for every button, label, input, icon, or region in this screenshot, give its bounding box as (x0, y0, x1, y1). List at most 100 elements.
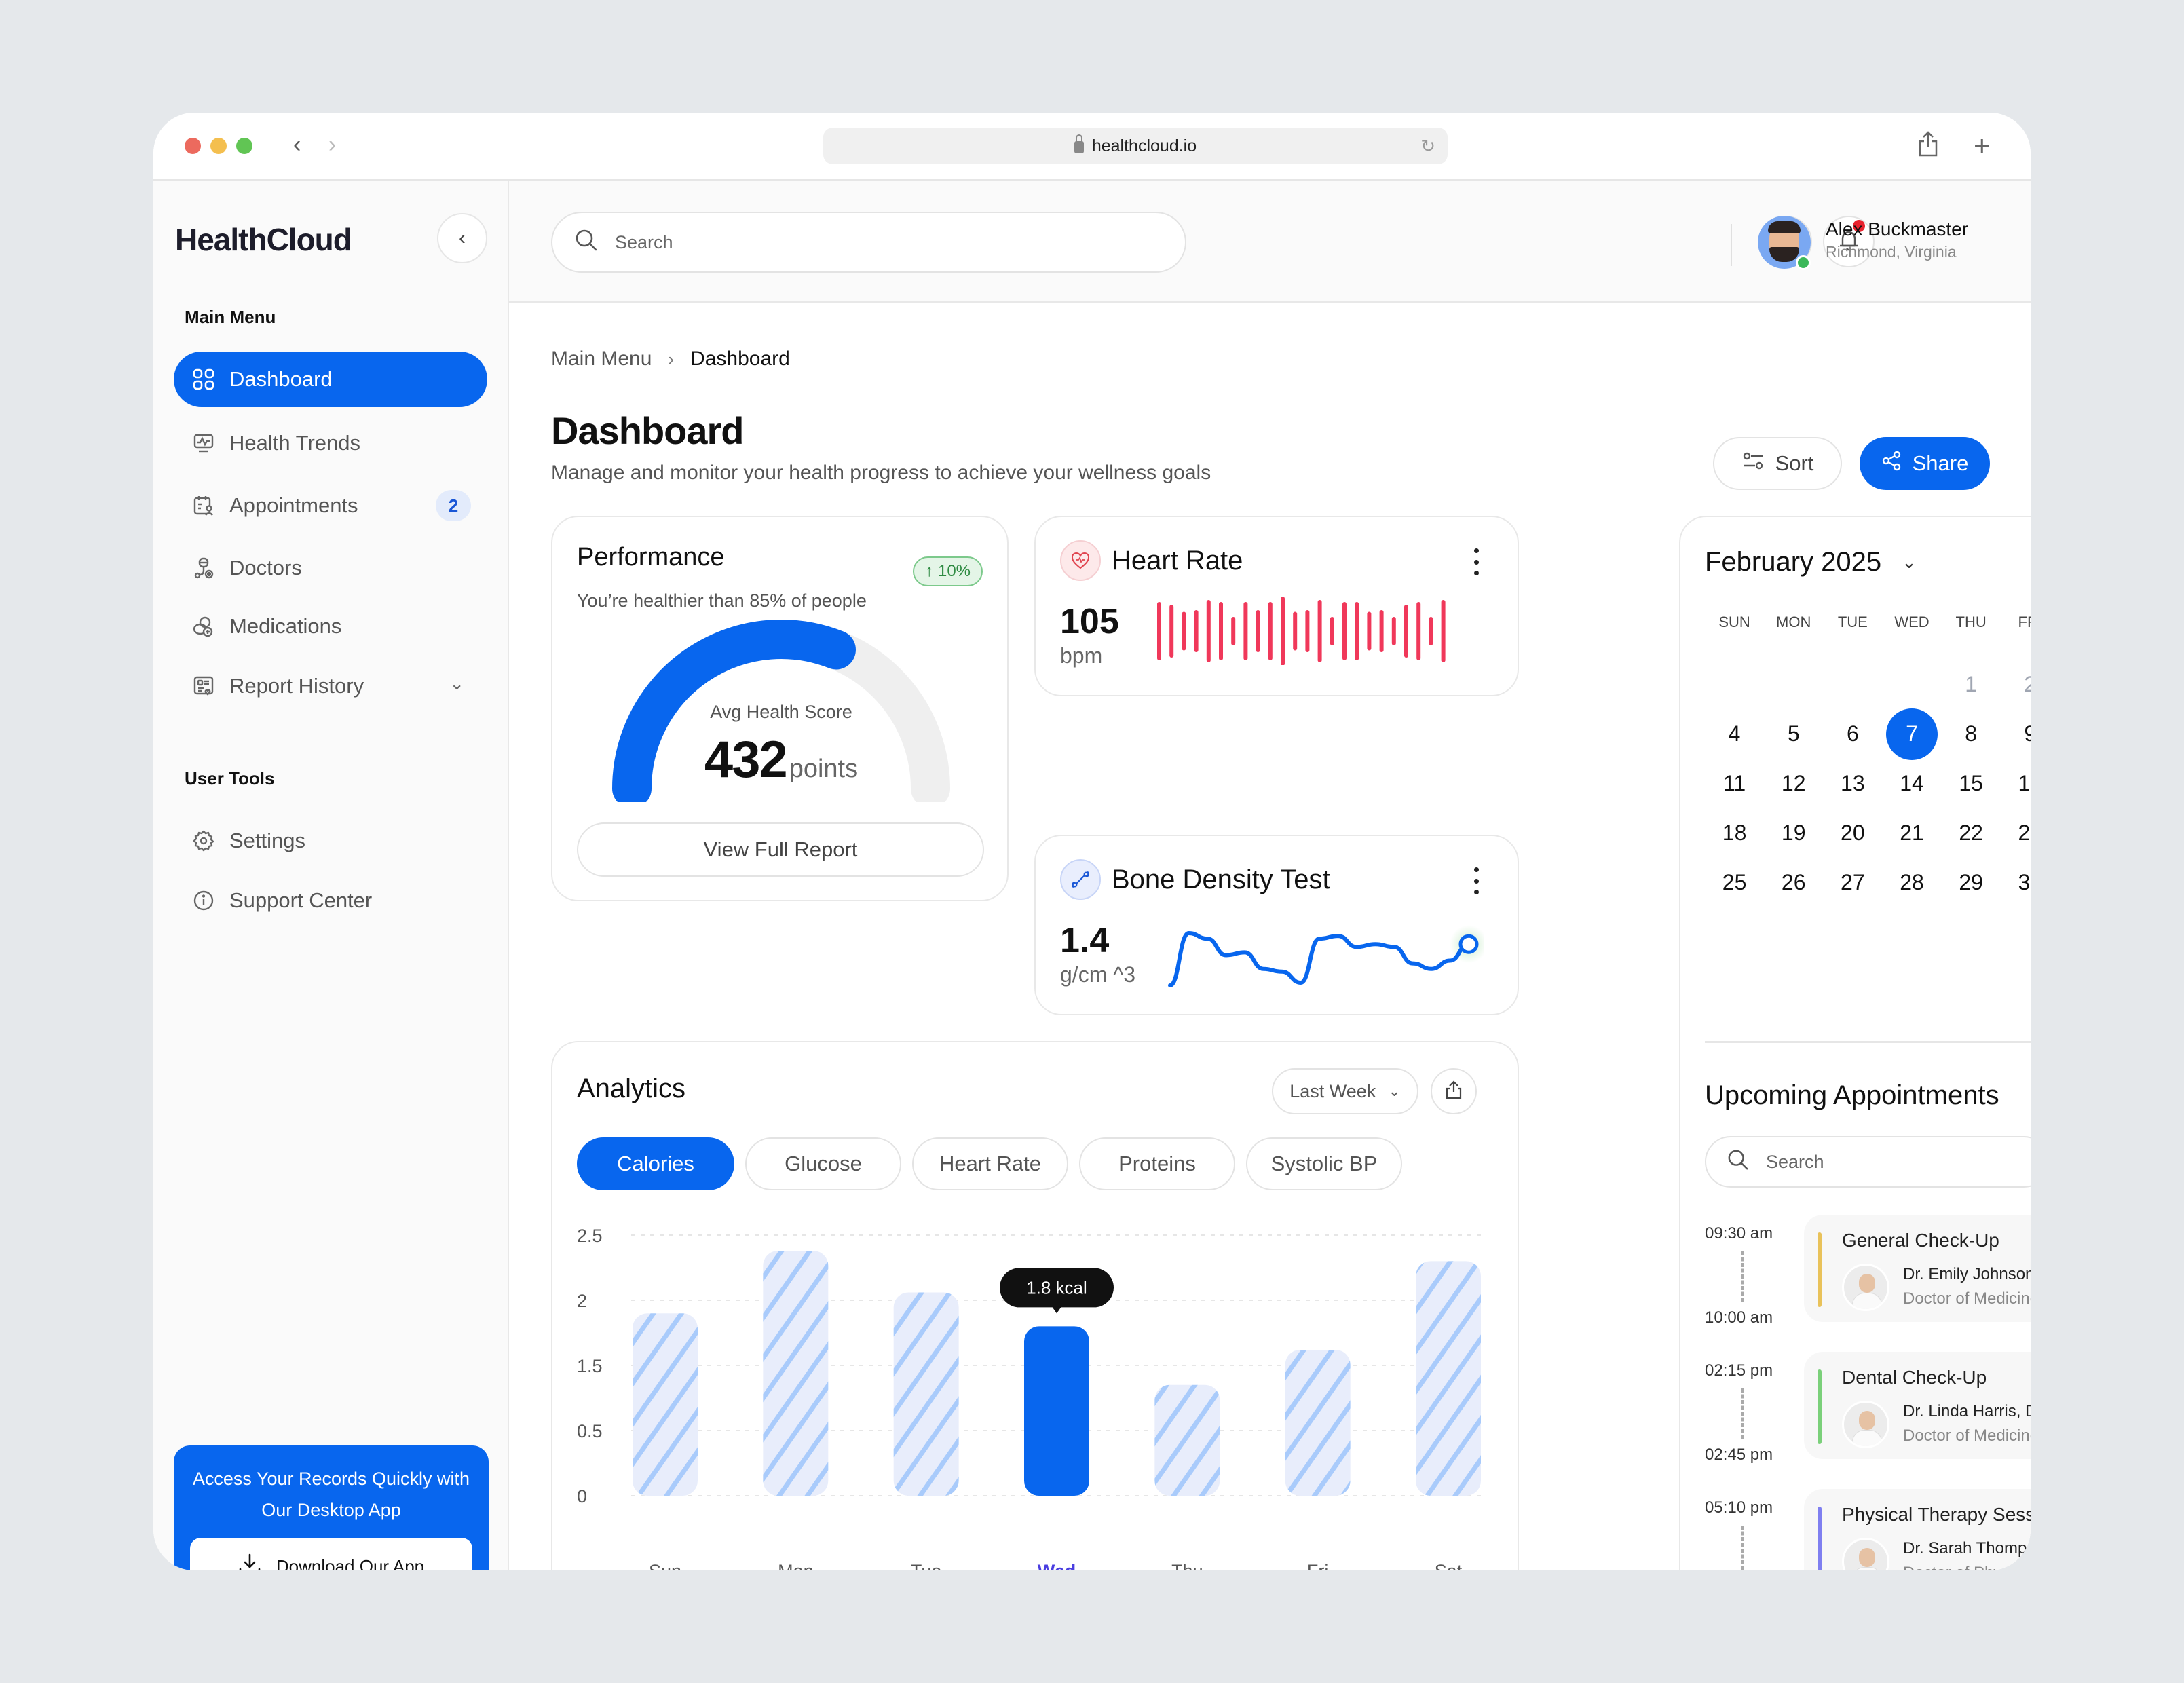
calendar-day[interactable]: 28 (1882, 858, 1941, 907)
bar[interactable] (633, 1313, 698, 1496)
user-name[interactable]: Alex Buckmaster (1826, 219, 1968, 240)
performance-subtitle: You’re healthier than 85% of people (577, 590, 867, 611)
tab-calories[interactable]: Calories (577, 1137, 734, 1190)
calendar-day[interactable]: 12 (1764, 759, 1823, 808)
calendar-day[interactable]: 22 (1942, 808, 2001, 858)
bone-density-menu-icon[interactable] (1473, 867, 1480, 894)
day-number: 1 (1965, 672, 1978, 696)
calendar-day[interactable]: 29 (1942, 858, 2001, 907)
breadcrumb: Main Menu › Dashboard (551, 347, 790, 371)
sidebar-item-label: Dashboard (229, 367, 333, 391)
page-subtitle: Manage and monitor your health progress … (551, 461, 1211, 484)
tab-heart-rate[interactable]: Heart Rate (912, 1137, 1068, 1190)
calendar-day[interactable]: 21 (1882, 808, 1941, 858)
export-button[interactable] (1431, 1068, 1477, 1114)
share-browser-icon[interactable] (1918, 130, 1938, 162)
bar[interactable] (763, 1251, 829, 1496)
search-input[interactable]: Search (551, 212, 1186, 273)
reload-icon[interactable]: ↻ (1420, 136, 1435, 157)
calendar-day[interactable]: 2 (2001, 660, 2031, 709)
main-menu-label: Main Menu (185, 307, 276, 327)
calendar-day[interactable]: 18 (1705, 808, 1764, 858)
share-button[interactable]: Share (1860, 437, 1990, 490)
forward-icon[interactable]: › (328, 133, 336, 156)
sidebar-item-medications[interactable]: Medications (174, 599, 487, 654)
y-tick-label: 1.5 (577, 1356, 603, 1376)
chevron-down-icon[interactable]: ⌄ (449, 673, 464, 694)
appointment-card[interactable]: Dental Check-Up Dr. Linda Harris, DDS Doct… (1804, 1352, 2031, 1459)
heart-rate-waveform (1157, 597, 1446, 665)
x-tick-label: Sat (1435, 1561, 1463, 1570)
tab-systolic-bp[interactable]: Systolic BP (1246, 1137, 1402, 1190)
breadcrumb-dashboard: Dashboard (690, 347, 790, 370)
calendar-day[interactable]: 14 (1882, 759, 1941, 808)
collapse-sidebar-button[interactable]: ‹ (437, 213, 487, 263)
month-label: February 2025 (1705, 547, 1882, 577)
sidebar-item-appointments[interactable]: Appointments 2 (174, 478, 487, 533)
sort-button[interactable]: Sort (1713, 437, 1842, 490)
back-icon[interactable]: ‹ (293, 133, 301, 156)
latest-point-marker[interactable] (1458, 934, 1479, 954)
breadcrumb-main-menu[interactable]: Main Menu (551, 347, 652, 371)
calendar-day[interactable]: 4 (1705, 709, 1764, 759)
calendar-day[interactable]: 25 (1705, 858, 1764, 907)
calendar-day[interactable]: 1 (1942, 660, 2001, 709)
minimize-window-button[interactable] (210, 138, 227, 154)
calendar-day[interactable]: 6 (1823, 709, 1882, 759)
bar[interactable] (893, 1292, 959, 1496)
calendar-day[interactable]: 19 (1764, 808, 1823, 858)
heart-rate-menu-icon[interactable] (1473, 548, 1480, 575)
tab-glucose[interactable]: Glucose (745, 1137, 901, 1190)
calendar-day[interactable]: 5 (1764, 709, 1823, 759)
sidebar-item-settings[interactable]: Settings (174, 813, 487, 869)
calendar-day[interactable]: 13 (1823, 759, 1882, 808)
appointment-item[interactable]: 09:30 am 10:00 am General Check-Up Dr. Emil… (1705, 1215, 2031, 1333)
timeline-connector (1741, 1251, 1744, 1302)
calendar-day[interactable]: 16 (2001, 759, 2031, 808)
appointment-card[interactable]: Physical Therapy Session Dr. Sarah Thomps… (1804, 1489, 2031, 1570)
bar[interactable] (1154, 1384, 1220, 1496)
sidebar-item-support-center[interactable]: Support Center (174, 873, 487, 928)
calendar-day[interactable]: 8 (1942, 709, 2001, 759)
sliders-icon (1741, 451, 1765, 476)
bar[interactable] (1416, 1261, 1481, 1496)
bar-highlighted[interactable] (1024, 1326, 1089, 1496)
doctor-name: Dr. Sarah Thompson (1903, 1539, 2031, 1557)
appointment-item[interactable]: 02:15 pm 02:45 pm Dental Check-Up Dr. Linda… (1705, 1352, 2031, 1470)
appointments-search-input[interactable]: Search (1705, 1136, 2031, 1188)
sidebar-item-doctors[interactable]: Doctors (174, 540, 487, 596)
calendar-day[interactable]: 30 (2001, 858, 2031, 907)
calendar-day[interactable]: 15 (1942, 759, 2001, 808)
download-app-button[interactable]: Download Our App (190, 1538, 472, 1570)
day-number: 15 (1959, 771, 1983, 795)
search-placeholder: Search (1766, 1151, 1824, 1172)
address-bar[interactable]: healthcloud.io ↻ (823, 128, 1448, 164)
maximize-window-button[interactable] (236, 138, 252, 154)
calendar-day[interactable]: 11 (1705, 759, 1764, 808)
period-dropdown[interactable]: Last Week ⌄ (1272, 1068, 1418, 1114)
month-selector[interactable]: February 2025 ⌄ (1705, 547, 1917, 578)
calendar-day[interactable]: 26 (1764, 858, 1823, 907)
y-tick-label: 0 (577, 1486, 587, 1507)
trend-badge: ↑ 10% (913, 556, 983, 586)
calendar-day[interactable]: 9 (2001, 709, 2031, 759)
calendar-day[interactable]: 20 (1823, 808, 1882, 858)
pills-icon (191, 614, 216, 639)
calendar-empty-cell (1764, 660, 1823, 709)
calendar-day-selected[interactable]: 7 (1882, 708, 1941, 760)
tab-proteins[interactable]: Proteins (1079, 1137, 1235, 1190)
appointment-item[interactable]: 05:10 pm07: 00 pmPhysical Therapy Sessio… (1705, 1489, 2031, 1570)
new-tab-icon[interactable]: + (1974, 132, 1991, 160)
tooltip-label: 1.8 kcal (1026, 1277, 1087, 1298)
appointment-end-time: 02:45 pm (1705, 1445, 1773, 1464)
appointment-card[interactable]: General Check-Up Dr. Emily Johnson, M.D. D… (1804, 1215, 2031, 1322)
sidebar-item-dashboard[interactable]: Dashboard (174, 352, 487, 407)
calendar-day[interactable]: 27 (1823, 858, 1882, 907)
sidebar-item-health-trends[interactable]: Health Trends (174, 415, 487, 471)
calendar-day[interactable]: 23 (2001, 808, 2031, 858)
sidebar-item-report-history[interactable]: Report History ⌄ (174, 658, 487, 714)
view-full-report-button[interactable]: View Full Report (577, 822, 984, 877)
period-value: Last Week (1289, 1080, 1376, 1101)
bar[interactable] (1285, 1349, 1351, 1496)
close-window-button[interactable] (185, 138, 201, 154)
